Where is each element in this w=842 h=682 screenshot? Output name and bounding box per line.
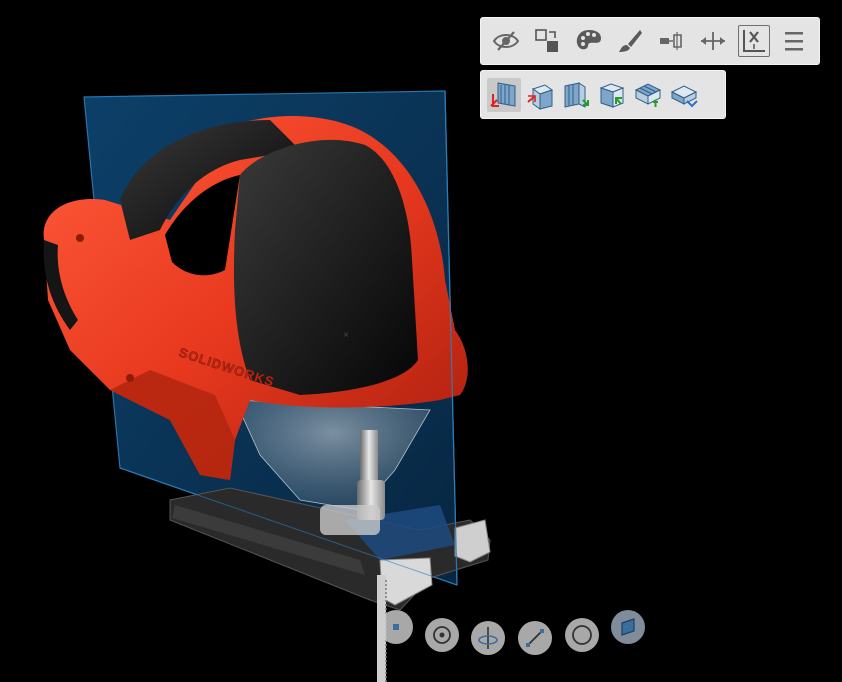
select-point-button[interactable] bbox=[379, 610, 413, 644]
select-line-button[interactable] bbox=[518, 621, 552, 655]
top-section-button[interactable] bbox=[559, 78, 593, 112]
point-icon bbox=[393, 624, 399, 630]
section-add-plane-icon bbox=[634, 82, 662, 107]
select-center-button[interactable] bbox=[425, 618, 459, 652]
transparency-icon bbox=[535, 29, 559, 52]
cap-section-button[interactable] bbox=[667, 78, 701, 112]
edit-appearance-button[interactable] bbox=[613, 24, 647, 58]
section-view-toolbar bbox=[480, 70, 726, 119]
rotate-axis-icon bbox=[478, 627, 498, 649]
menu-icon bbox=[784, 32, 803, 51]
exploded-view-button[interactable] bbox=[655, 24, 689, 58]
explode-icon bbox=[659, 32, 682, 50]
line-icon bbox=[526, 629, 544, 647]
main-toolbar bbox=[480, 17, 820, 65]
more-menu-button[interactable] bbox=[777, 24, 811, 58]
section-reverse-icon bbox=[599, 82, 625, 108]
select-face-button[interactable] bbox=[611, 610, 645, 644]
section-view-icon bbox=[742, 30, 765, 52]
palette-icon bbox=[576, 30, 601, 50]
eye-slash-icon bbox=[492, 31, 520, 51]
select-circle-button[interactable] bbox=[565, 618, 599, 652]
appearance-button[interactable] bbox=[572, 24, 606, 58]
svg-text:×: × bbox=[343, 330, 349, 341]
center-point-icon bbox=[433, 626, 451, 644]
reverse-section-button[interactable] bbox=[595, 78, 629, 112]
section-top-icon bbox=[564, 81, 589, 108]
brush-icon bbox=[619, 30, 643, 52]
select-axis-button[interactable] bbox=[471, 621, 505, 655]
right-section-button[interactable] bbox=[523, 78, 557, 112]
transparency-button[interactable] bbox=[530, 24, 564, 58]
add-plane-button[interactable] bbox=[631, 78, 665, 112]
hide-show-button[interactable] bbox=[489, 24, 523, 58]
section-view-button[interactable] bbox=[737, 25, 770, 57]
face-icon bbox=[621, 618, 635, 636]
move-icon bbox=[701, 32, 726, 50]
section-front-icon bbox=[490, 81, 516, 107]
front-section-button[interactable] bbox=[487, 77, 521, 112]
section-right-icon bbox=[527, 83, 554, 110]
circle-icon bbox=[572, 625, 592, 645]
section-cap-icon bbox=[670, 84, 698, 107]
move-component-button[interactable] bbox=[696, 24, 730, 58]
